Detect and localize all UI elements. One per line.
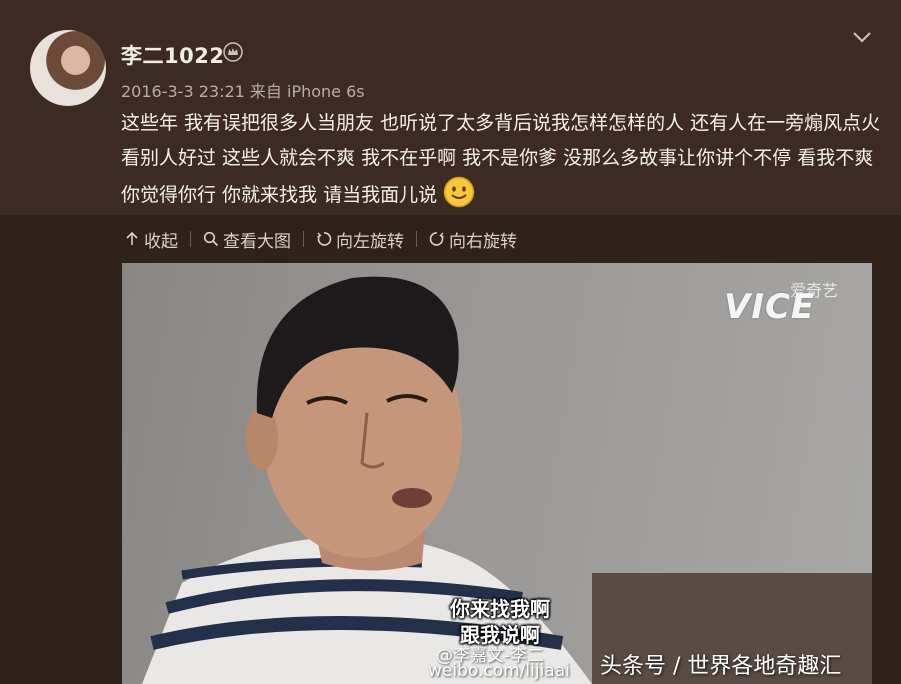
post-text: 这些年 我有误把很多人当朋友 也听说了太多背后说我怎样怎样的人 还有人在一旁煽风… <box>121 106 881 213</box>
collapse-label: 收起 <box>144 231 178 252</box>
rotate-right-label: 向右旋转 <box>449 231 517 252</box>
search-icon <box>203 231 219 247</box>
post-meta: 2016-3-3 23:21 来自 iPhone 6s <box>121 78 365 102</box>
username[interactable]: 李二1022 <box>121 40 224 70</box>
crown-icon[interactable] <box>223 42 243 62</box>
rotate-left-button[interactable]: 向左旋转 <box>312 227 408 252</box>
post-text-content: 这些年 我有误把很多人当朋友 也听说了太多背后说我怎样怎样的人 还有人在一旁煽风… <box>121 112 881 206</box>
rotate-right-icon <box>429 232 444 246</box>
weibo-watermark-url: weibo.com/lijiaai <box>428 661 570 681</box>
toolbar-divider <box>190 231 191 247</box>
media-toolbar: 收起 查看大图 向左旋转 向右旋转 <box>120 226 521 252</box>
vice-logo: VICE <box>724 287 816 327</box>
rotate-left-label: 向左旋转 <box>336 231 404 252</box>
post-timestamp[interactable]: 2016-3-3 23:21 <box>121 82 245 101</box>
chevron-down-icon[interactable] <box>852 30 872 44</box>
rotate-right-button[interactable]: 向右旋转 <box>425 227 521 252</box>
video-subtitle-line1: 你来找我啊 <box>450 597 550 621</box>
post-source: 来自 iPhone 6s <box>249 82 365 101</box>
post-photo[interactable]: 爱奇艺 VICE 你来找我啊 跟我说啊 @李嘉文-李二 weibo.com/li… <box>122 263 872 684</box>
avatar[interactable] <box>30 30 106 106</box>
rotate-left-icon <box>317 232 332 246</box>
view-large-button[interactable]: 查看大图 <box>199 227 295 252</box>
view-large-label: 查看大图 <box>223 231 291 252</box>
toolbar-divider <box>416 231 417 247</box>
toolbar-divider <box>303 231 304 247</box>
smile-emoji-icon <box>443 176 475 208</box>
arrow-up-icon <box>126 231 138 245</box>
collapse-button[interactable]: 收起 <box>120 227 182 252</box>
source-credit: 头条号 / 世界各地奇趣汇 <box>600 654 842 679</box>
